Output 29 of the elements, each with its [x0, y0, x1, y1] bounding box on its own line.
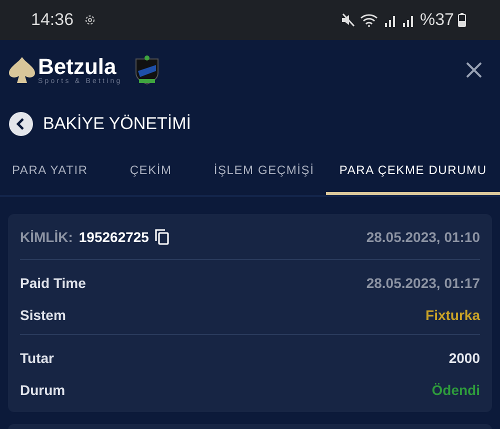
mute-icon — [340, 13, 356, 27]
battery-icon — [458, 13, 466, 27]
page-title: BAKİYE YÖNETİMİ — [43, 114, 192, 134]
signal-icon — [402, 13, 416, 27]
id-label: KİMLİK: — [20, 228, 73, 244]
field-label: Durum — [20, 382, 66, 398]
back-icon[interactable] — [9, 112, 33, 136]
date-text: 28.05.2023, 01:10 — [366, 228, 480, 244]
field-value: 28.05.2023, 01:17 — [366, 275, 480, 291]
tab[interactable]: ÇEKİM — [100, 147, 202, 195]
tab[interactable]: PARA YATIR — [0, 147, 100, 195]
wifi-icon — [360, 13, 380, 27]
copy-icon[interactable] — [154, 228, 169, 244]
battery-level: %37 — [420, 10, 454, 30]
tab[interactable]: PARA ÇEKME DURUMU — [326, 147, 500, 195]
spade-icon — [8, 56, 36, 84]
field-label: Paid Time — [20, 275, 86, 291]
status-time: 14:36 — [31, 10, 74, 30]
field-label: Sistem — [20, 307, 66, 323]
tab[interactable]: İŞLEM GEÇMİŞİ — [202, 147, 326, 195]
brand-name: Betzula — [38, 56, 116, 78]
shield-icon — [134, 55, 160, 85]
field-value: Fixturka — [426, 307, 480, 323]
close-icon[interactable] — [464, 60, 484, 80]
field-label: Tutar — [20, 350, 54, 366]
field-value: 2000 — [448, 350, 480, 366]
signal-icon — [384, 13, 398, 27]
id-value: 195262725 — [78, 228, 149, 244]
field-value: Ödendi — [432, 382, 480, 398]
